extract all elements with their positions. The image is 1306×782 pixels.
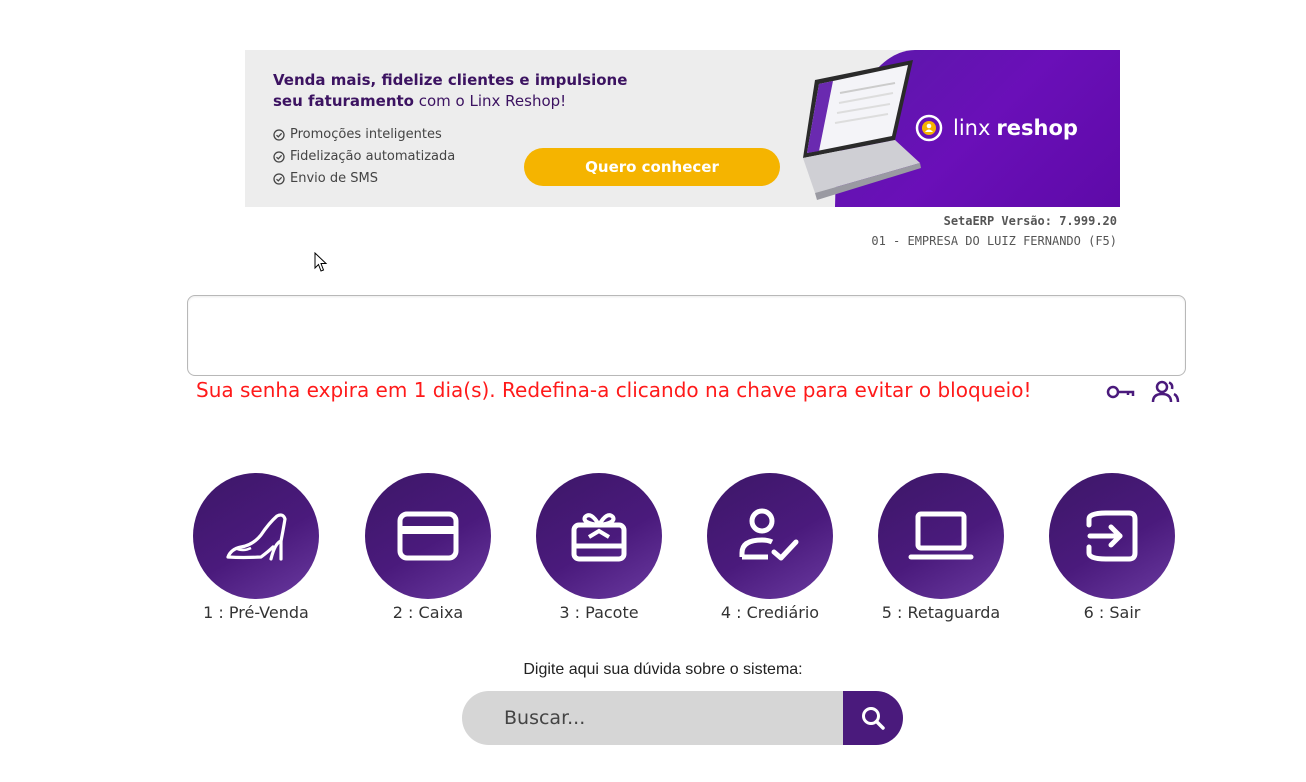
- banner-feature-label: Envio de SMS: [290, 171, 378, 186]
- menu-crediario[interactable]: 4 : Crediário: [695, 473, 845, 622]
- company-label[interactable]: 01 - EMPRESA DO LUIZ FERNANDO (F5): [871, 231, 1117, 251]
- menu-label: 4 : Crediário: [720, 603, 820, 622]
- gift-card-icon: [571, 513, 627, 562]
- system-info: SetaERP Versão: 7.999.20 01 - EMPRESA DO…: [871, 211, 1117, 251]
- menu-label: 3 : Pacote: [559, 603, 639, 622]
- users-icon[interactable]: [1151, 380, 1181, 404]
- banner-headline-rest: com o Linx Reshop!: [413, 92, 567, 110]
- quero-conhecer-button[interactable]: Quero conhecer: [524, 148, 780, 186]
- mouse-cursor-icon: [314, 252, 328, 272]
- menu-circle[interactable]: [193, 473, 319, 599]
- high-heel-shoe-icon: [226, 513, 287, 561]
- menu-pre-venda[interactable]: 1 : Pré-Venda: [181, 473, 331, 622]
- promo-banner[interactable]: Venda mais, fidelize clientes e impulsio…: [245, 50, 1120, 207]
- banner-feature-label: Fidelização automatizada: [290, 149, 456, 164]
- laptop-icon: [908, 511, 974, 560]
- menu-sair[interactable]: 6 : Sair: [1037, 473, 1187, 622]
- menu-label: 2 : Caixa: [392, 603, 464, 622]
- menu-label: 6 : Sair: [1083, 603, 1141, 622]
- help-label: Digite aqui sua dúvida sobre o sistema:: [523, 661, 803, 678]
- banner-feature-list: Promoções inteligentes Fidelização autom…: [273, 124, 455, 190]
- help-search: [462, 691, 903, 745]
- menu-label: 1 : Pré-Venda: [203, 603, 309, 622]
- banner-headline-line1: Venda mais, fidelize clientes e impulsio…: [273, 71, 628, 89]
- check-circle-icon: [273, 129, 285, 141]
- banner-headline-line2: seu faturamento: [273, 92, 414, 110]
- menu-pacote[interactable]: 3 : Pacote: [524, 473, 674, 622]
- message-area: [187, 295, 1186, 376]
- reshop-logo-icon: [915, 114, 943, 142]
- menu-label: 5 : Retaguarda: [881, 603, 1001, 622]
- banner-headline: Venda mais, fidelize clientes e impulsio…: [273, 70, 653, 112]
- menu-circle[interactable]: [365, 473, 491, 599]
- password-expiry-warning: Sua senha expira em 1 dia(s). Redefina-a…: [196, 378, 1032, 402]
- menu-retaguarda[interactable]: 5 : Retaguarda: [866, 473, 1016, 622]
- check-circle-icon: [273, 173, 285, 185]
- menu-circle[interactable]: [707, 473, 833, 599]
- brand-prefix: linx: [953, 116, 991, 140]
- credit-card-icon: [397, 511, 459, 561]
- banner-feature: Fidelização automatizada: [273, 146, 455, 168]
- key-icon[interactable]: [1106, 383, 1136, 401]
- user-check-icon: [739, 508, 799, 561]
- banner-feature: Envio de SMS: [273, 168, 455, 190]
- search-icon: [862, 707, 885, 730]
- linx-reshop-logo: linx reshop: [915, 114, 1078, 142]
- menu-circle[interactable]: [536, 473, 662, 599]
- menu-circle[interactable]: [1049, 473, 1175, 599]
- check-circle-icon: [273, 151, 285, 163]
- search-button[interactable]: [843, 691, 903, 745]
- version-label: SetaERP Versão: 7.999.20: [943, 214, 1117, 228]
- laptop-illustration: [803, 60, 921, 200]
- menu-caixa[interactable]: 2 : Caixa: [353, 473, 503, 622]
- exit-icon: [1086, 510, 1138, 562]
- search-input[interactable]: [462, 691, 862, 745]
- brand-name: reshop: [996, 116, 1078, 140]
- menu-circle[interactable]: [878, 473, 1004, 599]
- banner-feature: Promoções inteligentes: [273, 124, 455, 146]
- banner-feature-label: Promoções inteligentes: [290, 127, 442, 142]
